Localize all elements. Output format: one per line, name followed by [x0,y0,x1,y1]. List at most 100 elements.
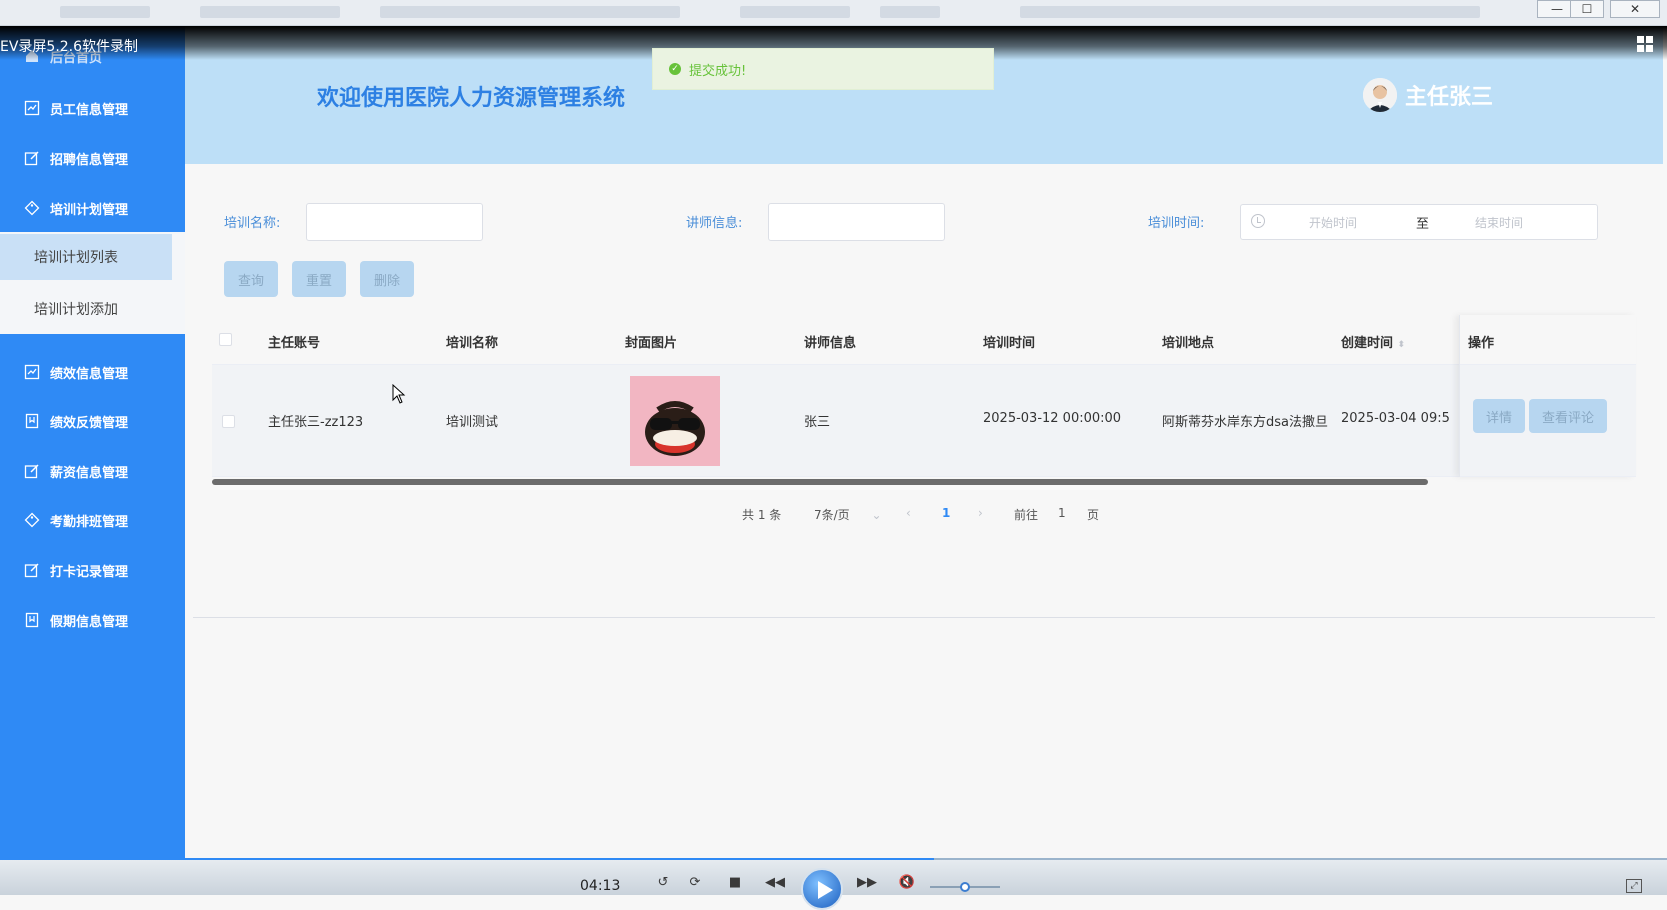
sidebar: 后台首页 员工信息管理 招聘信息管理 培训计划管理 培训计划列表 培训计划添加 … [0,26,185,858]
page-header: 欢迎使用医院人力资源管理系统 主任张三 [185,26,1663,164]
sidebar-item-label: 员工信息管理 [50,102,129,118]
sidebar-item-salary[interactable]: 薪资信息管理 [0,449,185,493]
training-table: 主任账号 培训名称 封面图片 讲师信息 培训时间 培训地点 创建时间 ⬍ 主任张… [212,315,1636,485]
clock-icon [1251,214,1265,228]
edit-icon [24,563,39,578]
cell-created: 2025-03-04 09:5 [1341,411,1450,426]
date-range-picker[interactable]: 开始时间 至 结束时间 [1240,204,1598,240]
edit-icon [24,464,39,479]
operations-column: 操作 详情 查看评论 [1459,315,1636,477]
submenu-label: 培训计划列表 [34,250,118,266]
column-header: 讲师信息 [804,336,857,351]
query-button[interactable]: 查询 [224,261,278,297]
volume-slider[interactable] [930,882,1000,892]
cell-time: 2025-03-12 00:00:00 [983,411,1122,426]
submenu-training-add[interactable]: 培训计划添加 [0,284,185,334]
page-number-current[interactable]: 1 [942,506,950,520]
start-time-placeholder[interactable]: 开始时间 [1309,214,1357,231]
mouse-cursor-icon [392,384,406,404]
sidebar-item-recruit[interactable]: 招聘信息管理 [0,136,185,180]
sidebar-item-performance[interactable]: 绩效信息管理 [0,350,185,394]
select-all-checkbox[interactable] [219,333,232,346]
toolbar-ghost [200,6,340,18]
submenu-label: 培训计划添加 [34,302,118,318]
recorder-title: EV录屏5.2.6软件录制 [0,39,139,55]
goto-label: 前往 [1014,508,1039,522]
page-unit-label: 页 [1087,508,1100,522]
teacher-input[interactable] [768,203,945,241]
training-name-input[interactable] [306,203,483,241]
cell-account: 主任张三-zz123 [268,415,364,430]
column-header-label: 创建时间 [1341,336,1394,351]
sidebar-item-label: 假期信息管理 [50,614,129,630]
stop-icon[interactable]: ■ [724,874,746,892]
toolbar-ghost [880,6,940,18]
sidebar-item-staff[interactable]: 员工信息管理 [0,86,185,130]
training-name-label: 培训名称: [224,216,281,231]
mute-icon[interactable]: 🔇 [896,874,918,892]
page-title: 欢迎使用医院人力资源管理系统 [317,86,626,111]
fullscreen-icon[interactable]: ⤢ [1626,879,1642,893]
prev-page-icon[interactable]: ‹ [906,506,911,520]
detail-button[interactable]: 详情 [1473,399,1525,433]
sidebar-item-label: 打卡记录管理 [50,564,129,580]
view-comments-button[interactable]: 查看评论 [1529,399,1607,433]
cell-location: 阿斯蒂芬水岸东方dsa法撒旦 [1162,415,1328,430]
sort-icon[interactable]: ⬍ [1398,340,1406,350]
cell-teacher: 张三 [804,415,831,430]
column-header: 操作 [1468,336,1495,351]
end-time-placeholder[interactable]: 结束时间 [1475,214,1523,231]
column-header: 培训地点 [1162,336,1215,351]
user-name: 主任张三 [1405,85,1494,110]
toolbar-ghost [60,6,150,18]
sidebar-item-training[interactable]: 培训计划管理 [0,186,185,230]
loop-icon[interactable]: ↺ [652,874,674,892]
page-size-value: 7条/页 [814,508,850,522]
table-row: 主任张三-zz123 培训测试 张三 2025-03-12 00:00:00 阿… [212,365,1636,477]
range-separator: 至 [1416,217,1430,232]
pagination-total: 共 1 条 [742,508,782,522]
cover-image [630,376,720,466]
sidebar-item-holiday[interactable]: 假期信息管理 [0,598,185,642]
row-checkbox[interactable] [222,415,235,428]
user-menu[interactable]: 主任张三 [1363,78,1493,112]
delete-button[interactable]: 删除 [360,261,414,297]
goto-input[interactable]: 1 [1058,506,1066,520]
chevron-down-icon: ⌄ [871,508,882,522]
toast-message: 提交成功! [689,63,747,79]
rewind-icon[interactable]: ◀◀ [760,874,790,892]
sidebar-item-label: 培训计划管理 [50,202,129,218]
tag-icon [24,512,40,528]
teacher-label: 讲师信息: [686,216,743,231]
close-button[interactable]: ✕ [1610,0,1660,18]
sidebar-item-label: 绩效信息管理 [50,366,129,382]
sidebar-item-attendance[interactable]: 考勤排班管理 [0,498,185,542]
sidebar-item-clockin[interactable]: 打卡记录管理 [0,548,185,592]
column-header-sortable[interactable]: 创建时间 ⬍ [1341,332,1405,351]
horizontal-scrollbar[interactable] [212,479,1428,485]
maximize-button[interactable]: ☐ [1570,0,1604,18]
avatar [1363,78,1397,112]
submenu-training-list[interactable]: 培训计划列表 [0,232,185,284]
play-button[interactable] [801,868,843,910]
sidebar-item-label: 招聘信息管理 [50,152,129,168]
chart-icon [24,364,40,380]
column-header: 主任账号 [268,336,321,351]
column-header: 培训名称 [446,336,499,351]
grid-icon[interactable] [1637,36,1653,52]
sidebar-item-label: 绩效反馈管理 [50,415,129,431]
toolbar-ghost [740,6,850,18]
sidebar-item-feedback[interactable]: 绩效反馈管理 [0,399,185,443]
edit-icon [24,151,39,166]
tag-icon [24,200,40,216]
page-size-select[interactable]: 7条/页 ⌄ [814,506,882,523]
content-divider [193,617,1655,618]
column-header: 培训时间 [983,336,1036,351]
bookmark-icon [25,413,39,429]
reset-button[interactable]: 重置 [292,261,346,297]
fast-forward-icon[interactable]: ▶▶ [852,874,882,892]
refresh-icon[interactable]: ⟳ [684,874,706,892]
next-page-icon[interactable]: › [978,506,983,520]
volume-knob[interactable] [960,882,970,892]
bookmark-icon [25,612,39,628]
